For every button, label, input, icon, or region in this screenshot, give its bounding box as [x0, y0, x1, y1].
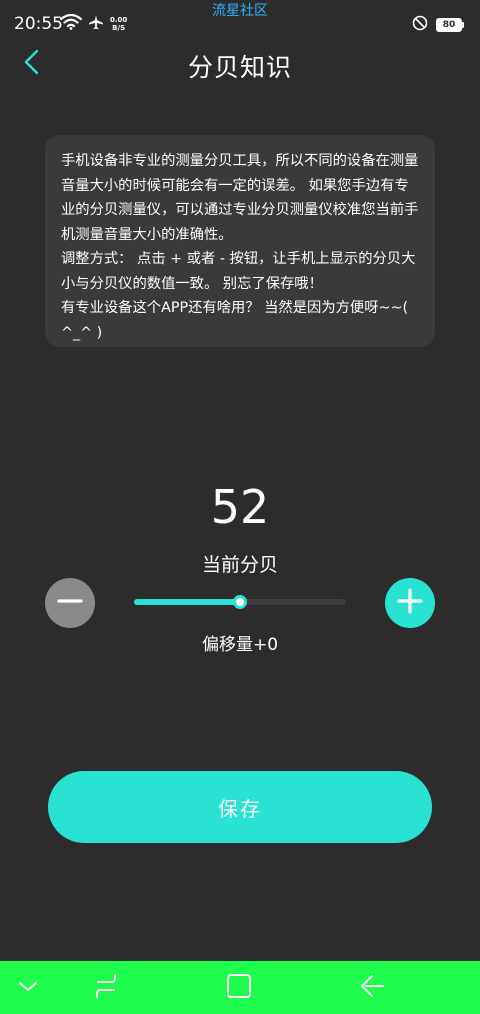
screen: 20:55 0.00 B/S 流星社区 80 分贝知识 手机设备非专业的测量分贝… — [0, 0, 480, 1014]
decrease-button[interactable] — [45, 578, 95, 628]
status-right: 80 — [412, 15, 464, 35]
save-button[interactable]: 保存 — [48, 771, 432, 843]
home-icon — [225, 972, 253, 1004]
offset-label: 偏移量+0 — [201, 635, 279, 655]
battery-level: 80 — [436, 18, 462, 32]
nav-collapse-button[interactable] — [8, 969, 48, 1007]
offset-slider[interactable] — [134, 595, 346, 609]
slider-fill — [134, 599, 240, 605]
nav-recents-button[interactable] — [86, 969, 126, 1007]
page-title: 分贝知识 — [187, 53, 292, 82]
navigation-bar — [0, 961, 480, 1014]
decibel-value: 52 — [210, 480, 270, 534]
nav-home-button[interactable] — [219, 969, 259, 1007]
minus-icon — [57, 588, 83, 618]
decibel-label: 当前分贝 — [201, 554, 278, 576]
slider-thumb[interactable] — [233, 595, 247, 609]
info-paragraph: 调整方式： 点击 + 或者 - 按钮，让手机上显示的分贝大小与分贝仪的数值一致。… — [61, 251, 416, 292]
battery-tip — [462, 22, 464, 28]
do-not-disturb-icon — [412, 15, 428, 35]
recents-icon — [92, 972, 120, 1004]
back-arrow-icon — [358, 972, 386, 1004]
info-paragraph: 手机设备非专业的测量分贝工具，所以不同的设备在测量音量大小的时候可能会有一定的误… — [61, 153, 419, 243]
info-card: 手机设备非专业的测量分贝工具，所以不同的设备在测量音量大小的时候可能会有一定的误… — [45, 135, 435, 347]
chevron-down-icon — [17, 979, 39, 998]
increase-button[interactable] — [385, 578, 435, 628]
plus-icon — [397, 588, 423, 618]
status-bar: 20:55 0.00 B/S 流星社区 80 — [0, 0, 480, 48]
net-speed-unit: B/S — [112, 24, 126, 32]
battery-icon: 80 — [436, 18, 464, 32]
info-paragraph: 有专业设备这个APP还有啥用？ 当然是因为方便呀~~( ^_^ ) — [61, 300, 409, 341]
nav-back-button[interactable] — [352, 969, 392, 1007]
community-notice: 流星社区 — [212, 3, 268, 19]
